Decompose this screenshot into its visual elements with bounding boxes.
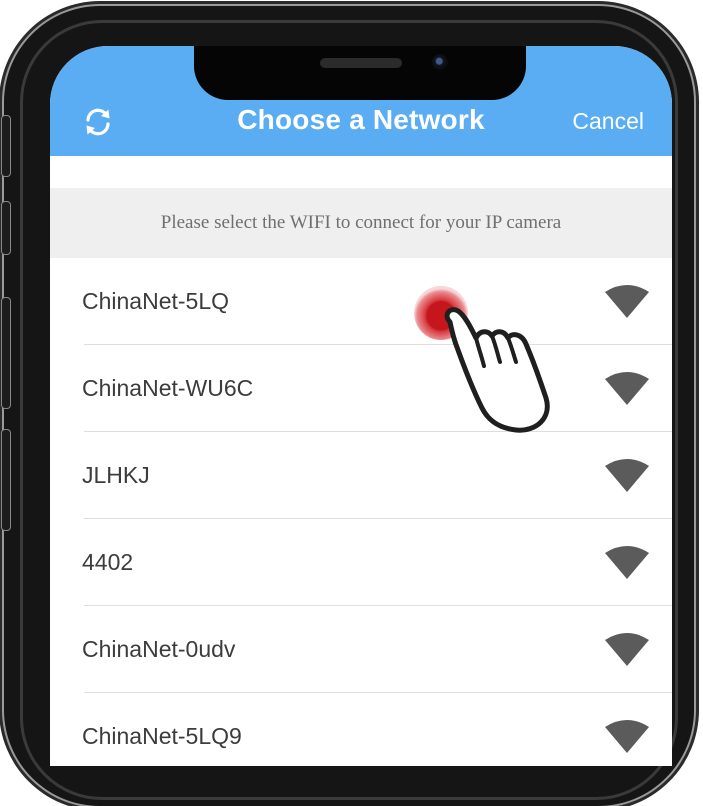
wifi-icon <box>605 372 649 405</box>
network-name: 4402 <box>82 549 134 575</box>
phone-frame: Choose a Network Cancel Please select th… <box>2 6 694 806</box>
volume-up-button <box>2 202 10 254</box>
earpiece-speaker <box>320 58 402 68</box>
network-name: ChinaNet-0udv <box>82 636 236 662</box>
header-spacer <box>50 156 672 188</box>
wifi-icon <box>605 633 649 666</box>
network-item[interactable]: ChinaNet-5LQ9 <box>50 693 672 766</box>
network-name: ChinaNet-5LQ9 <box>82 723 242 749</box>
wifi-icon <box>605 546 649 579</box>
network-item[interactable]: ChinaNet-0udv <box>50 606 672 693</box>
network-name: ChinaNet-WU6C <box>82 375 254 401</box>
info-banner: Please select the WIFI to connect for yo… <box>50 188 672 258</box>
network-item[interactable]: 4402 <box>50 519 672 606</box>
network-name: ChinaNet-5LQ <box>82 288 230 314</box>
pointing-hand-icon <box>444 307 550 433</box>
volume-down-button <box>2 298 10 408</box>
network-item[interactable]: JLHKJ <box>50 432 672 519</box>
side-button <box>2 430 10 530</box>
network-name: JLHKJ <box>82 462 150 488</box>
info-text: Please select the WIFI to connect for yo… <box>160 212 562 233</box>
wifi-icon <box>605 459 649 492</box>
front-camera <box>432 54 448 70</box>
notch <box>194 46 526 100</box>
wifi-icon <box>605 285 649 318</box>
cancel-button[interactable]: Cancel <box>572 108 644 135</box>
mute-switch <box>2 116 10 176</box>
